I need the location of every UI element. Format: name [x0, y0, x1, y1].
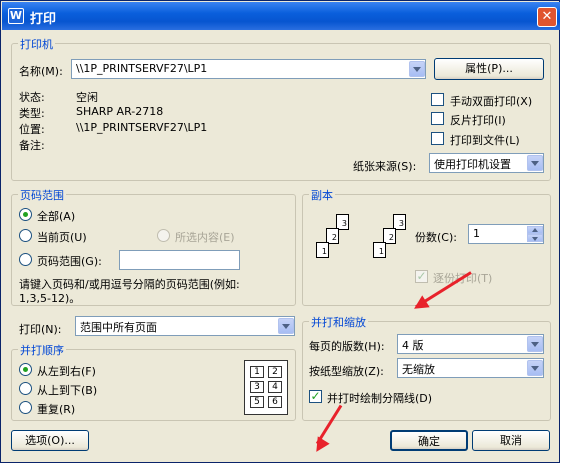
order-cell: 1 — [250, 366, 264, 378]
chevron-up-icon — [532, 228, 538, 232]
print-what-value: 范围中所有页面 — [80, 321, 157, 334]
order-top-to-bottom-radio[interactable] — [19, 382, 32, 395]
print-dialog: W 打印 ✕ 打印机 名称(M): \\1P_PRINTSERVF27\LP1 … — [0, 0, 560, 463]
range-current-radio[interactable] — [19, 229, 32, 242]
scale-select[interactable]: 无缩放 — [397, 358, 544, 378]
paper-source-value: 使用打印机设置 — [434, 158, 511, 171]
chevron-down-icon — [413, 67, 421, 72]
radio-selected-dot — [23, 212, 28, 217]
order-left-to-right-radio[interactable] — [19, 363, 32, 376]
manual-duplex-checkbox[interactable] — [431, 93, 444, 106]
options-button[interactable]: 选项(O)... — [11, 430, 89, 451]
reverse-print-checkbox[interactable] — [431, 112, 444, 125]
annotation-arrow-bottom — [310, 399, 347, 456]
order-cell: 4 — [268, 381, 282, 393]
ok-button[interactable]: 确定 — [390, 430, 468, 451]
order-left-to-right-label[interactable]: 从左到右(F) — [37, 363, 96, 379]
page-range-hint-line2: 1,3,5-12)。 — [19, 292, 81, 305]
order-cell: 6 — [268, 396, 282, 408]
collated-pages-icon: 3 2 1 — [371, 214, 421, 274]
copies-increment-button[interactable] — [527, 226, 543, 234]
scale-label: 按纸型缩放(Z): — [309, 365, 384, 378]
print-order-title: 并打顺序 — [18, 342, 66, 358]
print-what-select[interactable]: 范围中所有页面 — [75, 316, 295, 336]
paper-source-label: 纸张来源(S): — [353, 160, 417, 173]
scale-dropdown-button[interactable] — [527, 360, 543, 376]
chevron-down-icon — [531, 366, 539, 371]
order-repeat-label[interactable]: 重复(R) — [37, 401, 75, 417]
print-to-file-label[interactable]: 打印到文件(L) — [450, 132, 520, 148]
paper-source-select[interactable]: 使用打印机设置 — [429, 153, 544, 173]
copies-decrement-button[interactable] — [527, 234, 543, 242]
range-all-label[interactable]: 全部(A) — [37, 208, 75, 224]
order-cell: 5 — [250, 396, 264, 408]
printer-name-dropdown-button[interactable] — [409, 61, 425, 77]
copies-count-label: 份数(C): — [415, 231, 457, 244]
copies-title: 副本 — [309, 187, 335, 203]
dialog-title: 打印 — [30, 12, 57, 27]
printer-name-value: \\1P_PRINTSERVF27\LP1 — [76, 62, 208, 75]
status-label: 状态: — [19, 91, 45, 104]
chevron-down-icon — [532, 237, 538, 241]
zoom-group-title: 并打和缩放 — [309, 314, 368, 330]
uncollated-pages-icon: 3 2 1 — [314, 214, 364, 274]
properties-button[interactable]: 属性(P)... — [434, 58, 544, 80]
print-to-file-checkbox[interactable] — [431, 132, 444, 145]
copies-count-value: 1 — [473, 227, 480, 240]
copies-count-stepper[interactable]: 1 — [468, 224, 544, 244]
close-button[interactable]: ✕ — [537, 7, 557, 27]
draw-borders-label[interactable]: 并打时绘制分隔线(D) — [327, 390, 432, 406]
location-label: 位置: — [19, 123, 45, 136]
status-value: 空闲 — [76, 91, 98, 104]
range-all-radio[interactable] — [19, 208, 32, 221]
draw-borders-checkbox[interactable]: ✓ — [309, 390, 322, 403]
range-selection-radio[interactable] — [157, 229, 170, 242]
order-cell: 2 — [268, 366, 282, 378]
order-cell: 3 — [250, 381, 264, 393]
pages-per-sheet-dropdown-button[interactable] — [527, 336, 543, 352]
type-label: 类型: — [19, 107, 45, 120]
chevron-down-icon — [531, 342, 539, 347]
close-icon: ✕ — [541, 9, 553, 24]
wps-app-icon: W — [8, 8, 24, 24]
range-selection-label: 所选内容(E) — [175, 231, 235, 244]
checkmark-icon: ✓ — [416, 269, 427, 283]
page-range-title: 页码范围 — [18, 187, 66, 203]
range-current-label[interactable]: 当前页(U) — [37, 229, 87, 245]
printer-name-select[interactable]: \\1P_PRINTSERVF27\LP1 — [71, 59, 426, 79]
print-order-preview: 1 2 3 4 5 6 — [244, 360, 288, 415]
print-what-label: 打印(N): — [19, 323, 62, 336]
manual-duplex-label[interactable]: 手动双面打印(X) — [450, 93, 532, 109]
paper-source-dropdown-button[interactable] — [527, 155, 543, 171]
pages-per-sheet-label: 每页的版数(H): — [309, 340, 385, 353]
annotation-arrow-top — [410, 271, 472, 315]
comment-label: 备注: — [19, 139, 45, 152]
order-top-to-bottom-label[interactable]: 从上到下(B) — [37, 382, 97, 398]
printer-group-title: 打印机 — [18, 36, 55, 52]
radio-selected-dot — [23, 367, 28, 372]
range-pages-label[interactable]: 页码范围(G): — [37, 253, 102, 269]
collate-checkbox[interactable]: ✓ — [415, 270, 428, 283]
range-pages-radio[interactable] — [19, 253, 32, 266]
arrow-head-icon — [310, 436, 330, 456]
chevron-down-icon — [531, 161, 539, 166]
title-bar[interactable]: W 打印 ✕ — [2, 2, 560, 30]
printer-name-label: 名称(M): — [19, 65, 63, 78]
order-repeat-radio[interactable] — [19, 401, 32, 414]
cancel-button[interactable]: 取消 — [472, 430, 550, 451]
chevron-down-icon — [282, 324, 290, 329]
scale-value: 无缩放 — [402, 363, 435, 376]
location-value: \\1P_PRINTSERVF27\LP1 — [76, 121, 208, 134]
page-range-input[interactable] — [119, 250, 240, 270]
checkmark-icon: ✓ — [310, 389, 321, 403]
pages-per-sheet-value: 4 版 — [402, 339, 424, 352]
pages-per-sheet-select[interactable]: 4 版 — [397, 334, 544, 354]
reverse-print-label[interactable]: 反片打印(I) — [450, 112, 506, 128]
type-value: SHARP AR-2718 — [76, 105, 164, 118]
print-what-dropdown-button[interactable] — [278, 318, 294, 334]
